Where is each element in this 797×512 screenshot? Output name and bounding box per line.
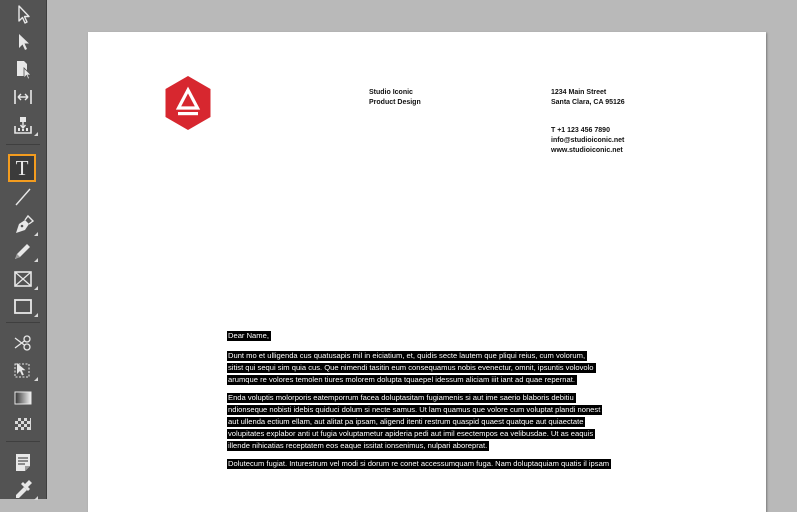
studio-logo (165, 76, 211, 130)
pencil-tool-icon[interactable] (6, 238, 40, 264)
letter-text-frame[interactable]: Dear Name, Dunt mo et ulligenda cus quat… (227, 330, 672, 476)
selection-tool-icon[interactable] (6, 2, 40, 28)
free-transform-tool-icon[interactable] (6, 357, 40, 383)
city-state-zip: Santa Clara, CA 95126 (551, 99, 625, 106)
text-line: Dunt mo et ulligenda cus quatusapis mil … (227, 351, 588, 361)
address-block: 1234 Main Street Santa Clara, CA 95126 (551, 88, 625, 108)
page-tool-icon[interactable] (6, 56, 40, 82)
direct-selection-tool-icon[interactable] (6, 29, 40, 55)
text-line: sitist qui sequi sim quia cus. Que nimen… (227, 363, 596, 373)
gradient-swatch-tool-icon[interactable] (6, 385, 40, 411)
company-block: Studio Iconic Product Design (369, 88, 421, 108)
text-line: arumque re volores temolen tiures molore… (227, 375, 577, 385)
gap-tool-icon[interactable] (6, 84, 40, 110)
letter-paragraph-1: Dunt mo et ulligenda cus quatusapis mil … (227, 350, 672, 386)
type-tool-icon[interactable]: T (8, 154, 36, 182)
document-page[interactable]: Studio Iconic Product Design 1234 Main S… (88, 32, 766, 512)
street-address: 1234 Main Street (551, 89, 607, 96)
company-name: Studio Iconic (369, 89, 413, 96)
letter-paragraph-3: Dolutecum fugiat. Inturestrum vel modi s… (227, 458, 672, 470)
email-address: info@studioiconic.net (551, 137, 625, 144)
website-url: www.studioiconic.net (551, 147, 623, 154)
content-collector-tool-icon[interactable] (6, 112, 40, 138)
letter-greeting: Dear Name, (227, 331, 271, 341)
phone-number: T +1 123 456 7890 (551, 127, 610, 134)
pen-tool-icon[interactable] (6, 212, 40, 238)
rectangle-frame-tool-icon[interactable] (6, 266, 40, 292)
scissors-tool-icon[interactable] (6, 330, 40, 356)
text-line: Dolutecum fugiat. Inturestrum vel modi s… (227, 459, 612, 469)
text-line: volupitates explabor anti ut fugia volup… (227, 429, 596, 439)
line-tool-icon[interactable] (6, 184, 40, 210)
letter-paragraph-2: Enda voluptis molorporis eatemporrum fac… (227, 392, 672, 452)
text-line: aut ullenda ectium ellam, aut alitat pa … (227, 417, 586, 427)
rectangle-tool-icon[interactable] (6, 293, 40, 319)
type-tool-glyph: T (15, 156, 29, 180)
text-line: illende nihicatias receptatem eos eaque … (227, 441, 490, 451)
contact-block: T +1 123 456 7890 info@studioiconic.net … (551, 126, 624, 156)
tools-panel: T (0, 0, 47, 502)
eyedropper-tool-icon[interactable] (6, 476, 40, 502)
gradient-feather-tool-icon[interactable] (6, 411, 40, 437)
note-tool-icon[interactable] (6, 449, 40, 475)
pasteboard[interactable]: Studio Iconic Product Design 1234 Main S… (47, 0, 797, 512)
text-line: ndionseque nobisti idebis quiduci dolum … (227, 405, 603, 415)
text-line: Enda voluptis molorporis eatemporrum fac… (227, 393, 576, 403)
company-tagline: Product Design (369, 99, 421, 106)
